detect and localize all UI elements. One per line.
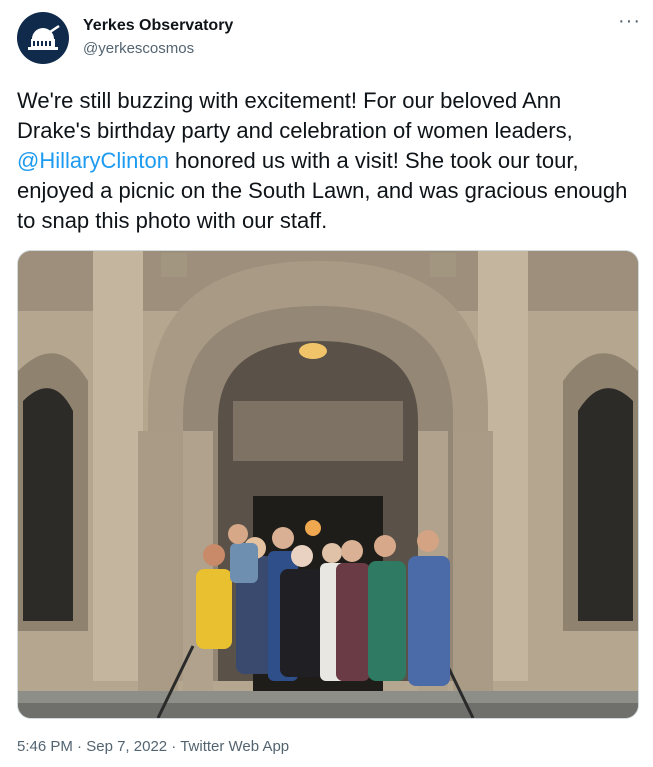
mention-link[interactable]: @HillaryClinton	[17, 148, 169, 173]
tweet-date[interactable]: Sep 7, 2022	[86, 738, 167, 755]
meta-separator-1: ·	[72, 738, 87, 755]
tweet-text: We're still buzzing with excitement! For…	[17, 86, 637, 236]
account-display-name[interactable]: Yerkes Observatory	[83, 17, 233, 35]
observatory-logo-icon	[28, 24, 60, 50]
more-options-icon[interactable]: ···	[618, 10, 641, 33]
tweet-meta: 5:46 PM · Sep 7, 2022 · Twitter Web App	[17, 738, 289, 755]
group-photo-image	[18, 251, 638, 718]
meta-separator-2: ·	[167, 738, 181, 755]
tweet-photo[interactable]	[17, 250, 639, 719]
tweet-time[interactable]: 5:46 PM	[17, 738, 73, 755]
tweet-text-start: We're still buzzing with excitement! For…	[17, 88, 573, 143]
avatar[interactable]	[17, 12, 69, 64]
account-handle[interactable]: @yerkescosmos	[83, 40, 194, 57]
tweet-source: Twitter Web App	[180, 738, 290, 755]
